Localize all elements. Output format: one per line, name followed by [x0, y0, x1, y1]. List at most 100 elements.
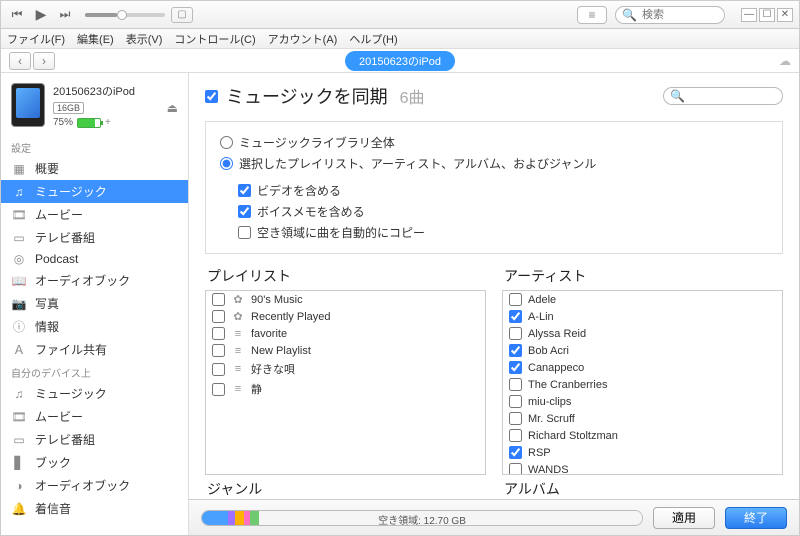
sidebar-item-icon: ⓘ: [11, 318, 27, 335]
sidebar-item[interactable]: ▭ テレビ番組: [1, 226, 188, 249]
artists-list[interactable]: AdeleA-Lin Alyssa Reid Bob Acri Canappeco Th…: [502, 290, 783, 475]
prev-button[interactable]: ⏮: [7, 5, 27, 25]
playlist-label: 好きな唄: [251, 361, 295, 377]
device-capacity: 16GB: [53, 102, 84, 114]
sidebar-item[interactable]: ▦概要: [1, 157, 188, 180]
playlist-row[interactable]: ✿90's Music: [206, 291, 485, 308]
sidebar-item-icon: ▋: [11, 456, 27, 470]
sync-options: ミュージックライブラリ全体 選択したプレイリスト、アーティスト、アルバム、および…: [205, 121, 783, 254]
search-input[interactable]: 🔍: [615, 6, 725, 24]
sidebar-item-icon: ▭: [11, 231, 27, 245]
sidebar-item-label: テレビ番組: [35, 431, 95, 448]
sync-music-checkbox[interactable]: [205, 90, 218, 103]
main-content: ミュージックを同期 6曲 🔍 ミュージックライブラリ全体 選択したプレイリスト、…: [189, 73, 799, 535]
menu-item[interactable]: 編集(E): [77, 31, 114, 47]
content-search[interactable]: 🔍: [663, 87, 783, 105]
artist-row[interactable]: Adele: [503, 291, 782, 308]
sidebar-item[interactable]: ♫ ミュージック: [1, 382, 188, 405]
sidebar-item-icon: ♫: [11, 185, 27, 199]
sidebar-item-icon: ▭: [11, 433, 27, 447]
forward-button[interactable]: ›: [33, 52, 55, 70]
sidebar-item-label: Podcast: [35, 252, 78, 266]
play-button[interactable]: ▶: [31, 5, 51, 25]
playlist-row[interactable]: ≡好きな唄: [206, 359, 485, 379]
sidebar-item-label: ミュージック: [35, 385, 107, 402]
sidebar-item[interactable]: ◑ オーディオブック: [1, 474, 188, 497]
sidebar-item-label: テレビ番組: [35, 229, 95, 246]
opt-entire-library[interactable]: ミュージックライブラリ全体: [220, 132, 768, 153]
next-button[interactable]: ⏭: [55, 5, 75, 25]
sidebar-item-label: ファイル共有: [35, 341, 107, 358]
back-button[interactable]: ‹: [9, 52, 31, 70]
sidebar-item[interactable]: ♫ミュージック: [1, 180, 188, 203]
menu-item[interactable]: コントロール(C): [174, 31, 255, 47]
sidebar-item[interactable]: 🔔着信音: [1, 497, 188, 520]
device-summary: 20150623のiPod 16GB ⏏ 75% +: [1, 79, 188, 136]
close-button[interactable]: ✕: [777, 8, 793, 22]
artist-label: Canappeco: [528, 362, 584, 374]
cloud-icon[interactable]: ☁: [779, 54, 791, 68]
eject-icon[interactable]: ⏏: [167, 101, 178, 115]
artist-row[interactable]: WANDS: [503, 461, 782, 475]
volume-slider[interactable]: [85, 13, 165, 17]
sidebar-item[interactable]: 🎞ムービー: [1, 405, 188, 428]
sidebar-item-label: オーディオブック: [35, 477, 130, 494]
playlist-row[interactable]: ✿Recently Played: [206, 308, 485, 325]
airplay-button[interactable]: ▢: [171, 7, 193, 23]
artist-row[interactable]: miu-clips: [503, 393, 782, 410]
battery-icon: [77, 118, 101, 128]
menu-item[interactable]: ファイル(F): [7, 31, 65, 47]
opt-include-video[interactable]: ビデオを含める: [220, 180, 768, 201]
playlist-row[interactable]: ≡静: [206, 379, 485, 399]
sidebar-item[interactable]: 🎞ムービー: [1, 203, 188, 226]
done-button[interactable]: 終了: [725, 507, 787, 529]
sidebar-item-label: ブック: [35, 454, 71, 471]
free-space-text: 空き領域: 12.70 GB: [202, 512, 642, 526]
list-view-button[interactable]: ≡: [577, 6, 607, 24]
menu-item[interactable]: 表示(V): [126, 31, 163, 47]
sidebar-item-icon: ▦: [11, 162, 27, 176]
artist-row[interactable]: A-Lin: [503, 308, 782, 325]
sidebar-item-icon: 🔔: [11, 502, 27, 516]
artist-row[interactable]: Alyssa Reid: [503, 325, 782, 342]
opt-selected-items[interactable]: 選択したプレイリスト、アーティスト、アルバム、およびジャンル: [220, 153, 768, 174]
search-icon: 🔍: [670, 89, 685, 103]
menu-item[interactable]: アカウント(A): [268, 31, 338, 47]
sidebar-item-icon: ◎: [11, 252, 27, 266]
artist-row[interactable]: Mr. Scruff: [503, 410, 782, 427]
artist-row[interactable]: Canappeco: [503, 359, 782, 376]
maximize-button[interactable]: ☐: [759, 8, 775, 22]
artist-label: Richard Stoltzman: [528, 430, 618, 442]
capacity-bar: 空き領域: 12.70 GB: [201, 510, 643, 526]
artist-row[interactable]: Bob Acri: [503, 342, 782, 359]
sidebar-item[interactable]: Ａファイル共有: [1, 338, 188, 361]
menu-item[interactable]: ヘルプ(H): [349, 31, 397, 47]
opt-include-voicememo[interactable]: ボイスメモを含める: [220, 201, 768, 222]
artist-row[interactable]: RSP: [503, 444, 782, 461]
device-thumbnail: [11, 83, 45, 127]
sidebar-item[interactable]: ◎ Podcast: [1, 249, 188, 269]
sidebar-item[interactable]: ▭ テレビ番組: [1, 428, 188, 451]
sidebar-item-icon: ♫: [11, 387, 27, 401]
sync-title: ミュージックを同期: [226, 83, 388, 109]
minimize-button[interactable]: —: [741, 8, 757, 22]
artist-row[interactable]: The Cranberries: [503, 376, 782, 393]
artist-row[interactable]: Richard Stoltzman: [503, 427, 782, 444]
sidebar-item[interactable]: ⓘ情報: [1, 315, 188, 338]
search-icon: 🔍: [622, 8, 637, 22]
sidebar-item[interactable]: 📖オーディオブック: [1, 269, 188, 292]
opt-auto-fill[interactable]: 空き領域に曲を自動的にコピー: [220, 222, 768, 243]
playlist-row[interactable]: ≡favorite: [206, 325, 485, 342]
sidebar-item[interactable]: ▋ ブック: [1, 451, 188, 474]
playlist-row[interactable]: ≡New Playlist: [206, 342, 485, 359]
device-pill[interactable]: 20150623のiPod: [345, 51, 455, 71]
artists-header: アーティスト: [504, 266, 781, 286]
playlists-list[interactable]: ✿90's Music✿Recently Played≡favorite≡New…: [205, 290, 486, 475]
sidebar-item[interactable]: 📷写真: [1, 292, 188, 315]
sidebar-item-icon: ◑: [11, 479, 27, 493]
genres-header: ジャンル: [207, 479, 484, 499]
sidebar-item-icon: 📷: [11, 297, 27, 311]
artist-label: Mr. Scruff: [528, 413, 575, 425]
artist-label: Alyssa Reid: [528, 328, 586, 340]
apply-button[interactable]: 適用: [653, 507, 715, 529]
